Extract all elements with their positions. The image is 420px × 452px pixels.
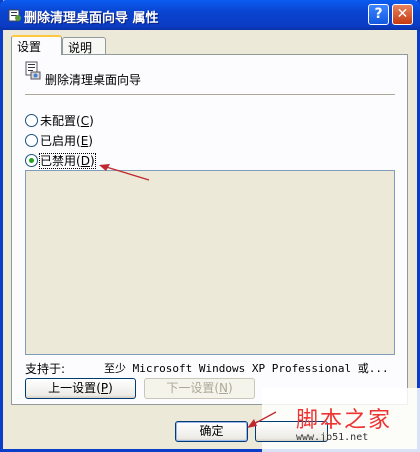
radio-button[interactable] <box>25 114 38 127</box>
radio-disabled[interactable]: 已禁用(D) <box>25 152 96 169</box>
supported-on-label: 支持于: <box>25 362 66 376</box>
comment-area[interactable] <box>25 170 395 355</box>
divider <box>25 94 395 95</box>
window-title: 删除清理桌面向导 属性 <box>24 11 159 26</box>
tab-explain[interactable]: 说明 <box>62 37 106 55</box>
radio-enabled[interactable]: 已启用(E) <box>25 132 93 148</box>
setting-name: 删除清理桌面向导 <box>45 73 142 87</box>
option-hotkey: D <box>80 154 90 168</box>
previous-setting-button[interactable]: 上一设置(P) <box>25 378 136 399</box>
title-bar[interactable]: 删除清理桌面向导 属性 ? ✕ <box>0 0 420 30</box>
supported-on-value: 至少 Microsoft Windows XP Professional 或..… <box>104 362 389 375</box>
tab-label: 说明 <box>68 41 93 55</box>
tab-label: 设置 <box>17 40 42 54</box>
option-hotkey: C <box>80 114 90 128</box>
option-hotkey: E <box>80 134 89 148</box>
help-button[interactable]: ? <box>368 4 389 25</box>
option-label: 已启用 <box>40 134 77 148</box>
button-hotkey: N <box>219 381 228 395</box>
radio-button[interactable] <box>25 134 38 147</box>
button-label: 上一设置 <box>48 381 97 395</box>
policy-setting-icon <box>25 61 41 80</box>
next-setting-button[interactable]: 下一设置(N) <box>144 378 255 399</box>
watermark-text: 脚本之家 <box>296 408 393 433</box>
option-label: 已禁用 <box>40 154 77 168</box>
watermark-url: www.jb51.net <box>296 432 369 443</box>
button-hotkey: P <box>100 381 109 395</box>
policy-setting-icon <box>8 9 21 22</box>
close-button[interactable]: ✕ <box>392 4 413 25</box>
tab-settings[interactable]: 设置 <box>11 35 62 55</box>
ok-button[interactable]: 确定 <box>175 421 248 442</box>
radio-button[interactable] <box>25 154 38 167</box>
option-label: 未配置 <box>40 114 77 128</box>
radio-not-configured[interactable]: 未配置(C) <box>25 112 94 128</box>
button-label: 下一设置 <box>166 381 215 395</box>
